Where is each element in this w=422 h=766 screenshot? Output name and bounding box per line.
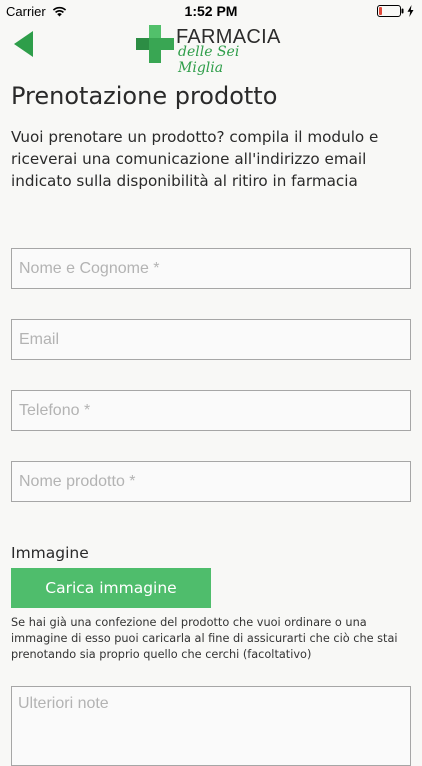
back-button[interactable] [14, 31, 34, 57]
battery-low-icon [377, 5, 404, 17]
green-cross-icon [136, 25, 174, 63]
nav-bar: FARMACIA delle Sei Miglia [0, 22, 422, 76]
intro-text: Vuoi prenotare un prodotto? compila il m… [11, 128, 379, 190]
pharmacy-logo: FARMACIA delle Sei Miglia [134, 22, 286, 76]
notes-field[interactable] [11, 686, 411, 766]
charging-bolt-icon [407, 5, 414, 17]
image-section-label: Immagine [11, 544, 89, 562]
email-field[interactable] [11, 319, 411, 360]
product-name-field[interactable] [11, 461, 411, 502]
name-field[interactable] [11, 248, 411, 289]
battery-indicator [377, 5, 414, 17]
status-time: 1:52 PM [184, 3, 238, 19]
back-arrow-icon [14, 31, 33, 57]
page-title: Prenotazione prodotto [11, 82, 278, 110]
phone-field[interactable] [11, 390, 411, 431]
status-bar: Carrier 1:52 PM [0, 0, 422, 22]
upload-help-text: Se hai già una confezione del prodotto c… [11, 616, 398, 661]
logo-subtitle: delle Sei Miglia [178, 44, 240, 76]
upload-image-button[interactable]: Carica immagine [11, 568, 211, 608]
